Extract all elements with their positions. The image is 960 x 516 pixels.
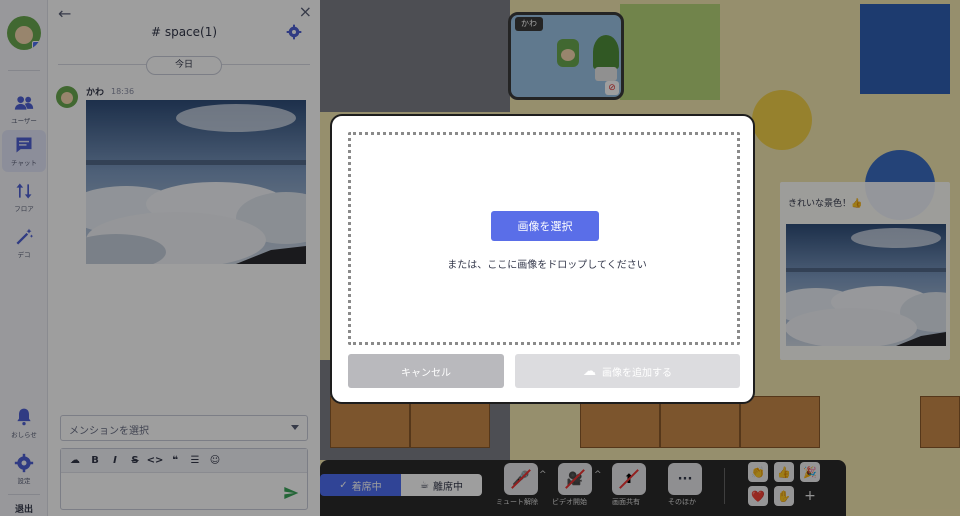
add-image-label: 画像を追加する [602, 367, 672, 379]
select-image-button[interactable]: 画像を選択 [491, 211, 599, 241]
cancel-button[interactable]: キャンセル [348, 354, 504, 388]
image-dropzone[interactable]: 画像を選択 または、ここに画像をドロップしてください [348, 132, 740, 345]
add-image-button[interactable]: ☁ 画像を追加する [515, 354, 740, 388]
image-upload-dialog: 画像を選択 または、ここに画像をドロップしてください キャンセル ☁ 画像を追加… [330, 114, 755, 404]
cloud-upload-icon: ☁ [583, 363, 596, 378]
drop-instruction: または、ここに画像をドロップしてください [447, 260, 647, 271]
